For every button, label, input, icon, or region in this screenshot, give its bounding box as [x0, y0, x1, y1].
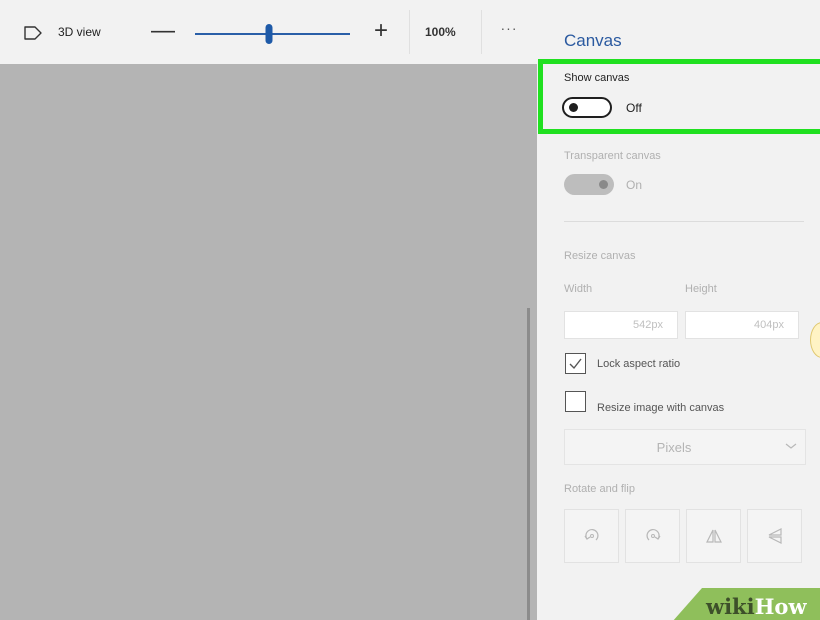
zoom-slider[interactable] — [195, 24, 350, 44]
transparent-canvas-toggle[interactable] — [564, 174, 614, 195]
rotate-flip-label: Rotate and flip — [564, 483, 635, 495]
height-input[interactable]: 404px — [685, 311, 799, 339]
highlight-box — [538, 59, 820, 134]
chevron-down-icon — [785, 443, 797, 449]
zoom-percentage[interactable]: 100% — [425, 25, 456, 39]
unit-select-value: Pixels — [656, 440, 692, 455]
width-input[interactable]: 542px — [564, 311, 678, 339]
vertical-scrollbar[interactable] — [527, 308, 530, 620]
3d-view-icon[interactable] — [24, 26, 42, 40]
section-divider — [564, 221, 804, 222]
transparent-canvas-label: Transparent canvas — [564, 150, 661, 162]
flip-vertical-icon — [768, 528, 782, 544]
watermark-part-2: How — [754, 594, 807, 619]
top-toolbar: 3D view — + 100% ··· — [0, 0, 537, 64]
rotate-right-icon — [646, 529, 661, 541]
width-label: Width — [564, 283, 593, 295]
zoom-out-button[interactable]: — — [150, 16, 176, 46]
toggle-knob — [599, 180, 608, 189]
lock-aspect-checkbox[interactable] — [565, 353, 586, 374]
wikihow-watermark: wikiHow — [706, 594, 807, 619]
canvas-area[interactable] — [0, 64, 537, 620]
zoom-in-button[interactable]: + — [368, 16, 394, 46]
checkmark-icon — [569, 358, 582, 370]
rotate-left-icon — [584, 529, 599, 541]
flip-horizontal-icon — [706, 529, 722, 543]
height-label: Height — [685, 283, 717, 295]
rotate-left-button[interactable] — [564, 509, 619, 563]
resize-canvas-label: Resize canvas — [564, 250, 636, 262]
resize-image-checkbox[interactable] — [565, 391, 586, 412]
canvas-panel: Canvas Show canvas Off Transparent canva… — [537, 0, 820, 620]
watermark-part-1: wiki — [706, 594, 755, 619]
toolbar-divider — [481, 10, 482, 54]
lock-aspect-label: Lock aspect ratio — [597, 358, 681, 370]
toolbar-divider — [409, 10, 410, 54]
zoom-slider-thumb[interactable] — [265, 24, 273, 44]
more-options-button[interactable]: ··· — [492, 20, 526, 42]
panel-title: Canvas — [564, 31, 622, 50]
flip-horizontal-button[interactable] — [686, 509, 741, 563]
flip-vertical-button[interactable] — [747, 509, 802, 563]
unit-select[interactable]: Pixels — [564, 429, 806, 465]
rotate-right-button[interactable] — [625, 509, 680, 563]
3d-view-button[interactable]: 3D view — [58, 25, 101, 39]
transparent-canvas-state: On — [626, 178, 643, 192]
resize-image-label: Resize image with canvas — [597, 402, 725, 414]
